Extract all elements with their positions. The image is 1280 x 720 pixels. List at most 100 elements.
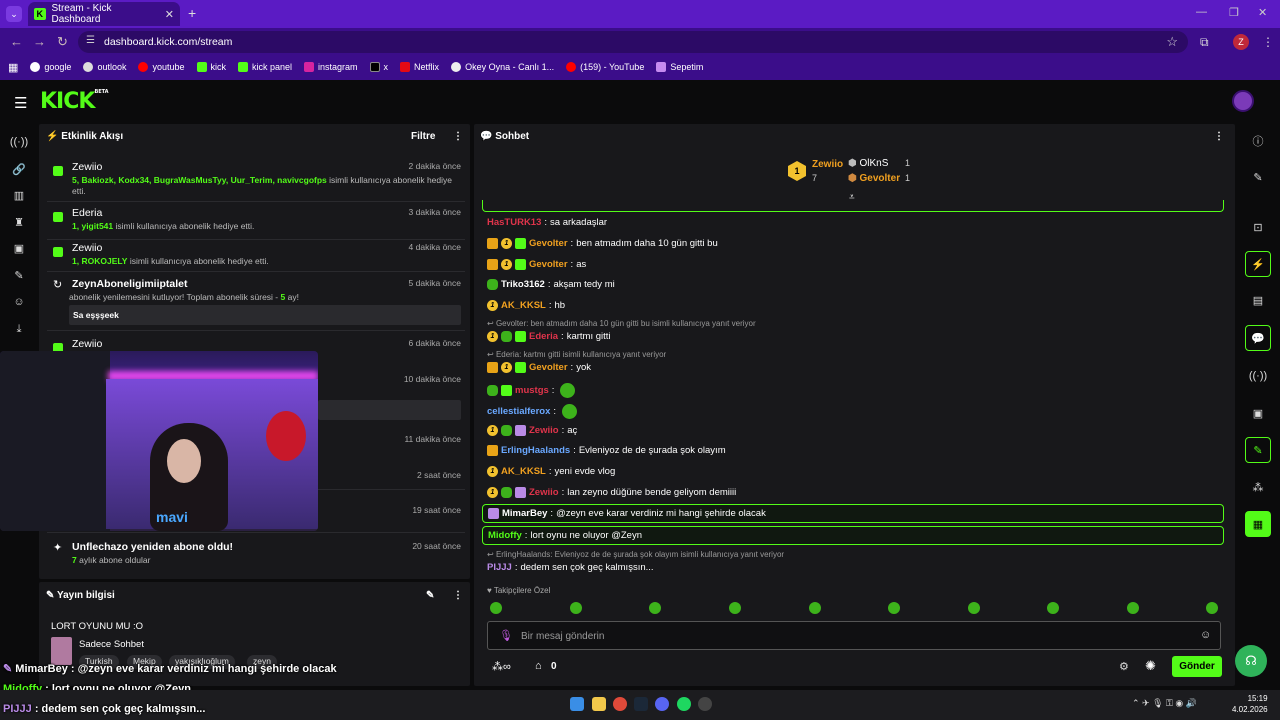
reload-icon[interactable]: ↻ (57, 34, 68, 50)
emote-picker-icon[interactable]: ✺ (1145, 658, 1156, 674)
chat-username[interactable]: Triko3162 (501, 279, 545, 290)
emote-icon[interactable] (1206, 602, 1218, 614)
extension-icon[interactable]: ▦ (1245, 511, 1271, 537)
apps-icon[interactable]: ▦ (8, 61, 18, 74)
emote-icon[interactable] (570, 602, 582, 614)
tools-icon[interactable]: ✎ (1245, 437, 1271, 463)
category-name[interactable]: Sadece Sohbet (79, 639, 144, 650)
profile-avatar[interactable]: Z (1233, 34, 1249, 50)
maximize-icon[interactable]: ❐ (1229, 6, 1239, 19)
bookmark-outlook[interactable]: outlook (83, 62, 126, 72)
emoji-icon[interactable]: ☺ (1200, 629, 1211, 641)
chat-username[interactable]: Zewiio (529, 425, 559, 436)
discord-icon[interactable] (655, 697, 669, 711)
obs-icon[interactable] (698, 697, 712, 711)
minimize-icon[interactable]: — (1196, 6, 1207, 18)
video-icon[interactable]: ▣ (11, 240, 27, 256)
bookmark-youtube-2[interactable]: (159) - YouTube (566, 62, 644, 72)
emote-icon[interactable] (968, 602, 980, 614)
close-window-icon[interactable]: ✕ (1258, 6, 1267, 19)
info-icon[interactable]: ⓘ (1245, 128, 1271, 154)
emote-icon[interactable] (729, 602, 741, 614)
chat-username[interactable]: Gevolter (529, 259, 568, 270)
leaderboard-3[interactable]: ⬢ Gevolter (848, 173, 900, 184)
community-icon[interactable]: ☺ (11, 294, 27, 310)
bookmark-kick-panel[interactable]: kick panel (238, 62, 292, 72)
bookmark-netflix[interactable]: Netflix (400, 62, 439, 72)
close-tab-icon[interactable]: ✕ (165, 8, 174, 21)
menu-icon[interactable]: ☰ (14, 94, 27, 112)
bookmark-star-icon[interactable]: ☆ (1166, 34, 1178, 50)
support-chat-icon[interactable]: ☊ (1235, 645, 1267, 677)
notes-icon[interactable]: ▤ (1245, 287, 1271, 313)
link-icon[interactable]: 🔗 (11, 161, 27, 177)
explorer-icon[interactable] (592, 697, 606, 711)
bookmark-x[interactable]: x (369, 62, 388, 72)
browser-menu-icon[interactable]: ⋮ (1262, 35, 1274, 49)
forward-icon[interactable]: → (33, 34, 46, 49)
chat-username[interactable]: ErlingHaalands (501, 445, 570, 456)
tab-search-icon[interactable]: ⌄ (6, 6, 22, 22)
stream-info-menu-icon[interactable]: ⋮ (453, 590, 463, 601)
mic-icon[interactable]: 🎙 (499, 629, 513, 642)
bookmark-youtube[interactable]: youtube (138, 62, 185, 72)
chat-username[interactable]: mustgs (515, 385, 549, 396)
live-icon[interactable]: ((·)) (10, 134, 28, 150)
emote-icon[interactable] (888, 602, 900, 614)
emote-icon[interactable] (1127, 602, 1139, 614)
tray-icons[interactable]: ⌃ ✈ 🎙 ⚿ ◉ 🔊 (1132, 698, 1197, 709)
steam-icon[interactable] (634, 697, 648, 711)
emote-icon[interactable] (1047, 602, 1059, 614)
chat-username[interactable]: AK_KKSL (501, 300, 546, 311)
chat-username[interactable]: Ederia (529, 331, 558, 342)
new-tab-icon[interactable]: + (188, 5, 196, 21)
user-avatar[interactable] (1232, 90, 1254, 112)
wrench-icon[interactable]: ✎ (11, 267, 27, 283)
bookmark-okey[interactable]: Okey Oyna - Canlı 1... (451, 62, 554, 72)
back-icon[interactable]: ← (10, 34, 23, 49)
bookmark-google[interactable]: google (30, 62, 71, 72)
chat-toggle-icon[interactable]: 💬 (1245, 325, 1271, 351)
emote-icon[interactable] (649, 602, 661, 614)
quick-actions-icon[interactable]: ⚡ (1245, 251, 1271, 277)
filter-button[interactable]: Filtre (411, 131, 435, 142)
bookmark-kick[interactable]: kick (196, 62, 226, 72)
chat-username[interactable]: cellestialferox (487, 406, 550, 417)
edit-layout-icon[interactable]: ✎ (1245, 164, 1271, 190)
extensions-icon[interactable]: ⧉ (1200, 35, 1209, 50)
mod-icon[interactable]: ▣ (1245, 400, 1271, 426)
bookmark-sepetim[interactable]: Sepetim (656, 62, 703, 72)
spotify-icon[interactable] (677, 697, 691, 711)
tab-kick-dashboard[interactable]: K Stream - Kick Dashboard ✕ (28, 2, 180, 26)
start-icon[interactable] (570, 697, 584, 711)
kick-logo[interactable]: KICKBETA (40, 89, 109, 114)
activity-menu-icon[interactable]: ⋮ (453, 131, 463, 142)
chat-username[interactable]: Gevolter (529, 362, 568, 373)
chat-settings-icon[interactable]: ⚙ (1119, 660, 1129, 673)
community-icon[interactable]: ⁂ (1245, 474, 1271, 500)
clock[interactable]: 15:19 4.02.2026 (1232, 693, 1268, 715)
chat-input[interactable]: Bir mesaj gönderin (487, 621, 1221, 650)
leaderboard-top-name[interactable]: Zewiio (812, 159, 843, 170)
send-button[interactable]: Gönder (1172, 656, 1222, 677)
address-bar[interactable]: ☰ dashboard.kick.com/stream ☆ (78, 31, 1188, 53)
analytics-icon[interactable]: ▥ (11, 187, 27, 203)
site-info-icon[interactable]: ☰ (86, 35, 95, 46)
chat-menu-icon[interactable]: ⋮ (1214, 131, 1224, 142)
chat-username[interactable]: Gevolter (529, 238, 568, 249)
chat-username[interactable]: AK_KKSL (501, 466, 546, 477)
emote-icon[interactable] (490, 602, 502, 614)
store-icon[interactable]: ⌂ (535, 660, 542, 672)
bookmark-instagram[interactable]: instagram (304, 62, 358, 72)
chat-username[interactable]: HasTURK13 (487, 217, 541, 228)
capture-icon[interactable]: ⊡ (1245, 214, 1271, 240)
chrome-icon[interactable] (613, 697, 627, 711)
emote-icon[interactable] (809, 602, 821, 614)
edit-icon[interactable]: ✎ (426, 590, 434, 601)
upload-icon[interactable]: ⤓ (11, 321, 27, 337)
leaderboard-2[interactable]: ⬢ OlKnS (848, 158, 888, 169)
chat-username[interactable]: Zewiio (529, 487, 559, 498)
points-icon[interactable]: ⁂∞ (492, 660, 511, 673)
trophy-icon[interactable]: ♜ (11, 214, 27, 230)
broadcast-icon[interactable]: ((·)) (1245, 363, 1271, 389)
